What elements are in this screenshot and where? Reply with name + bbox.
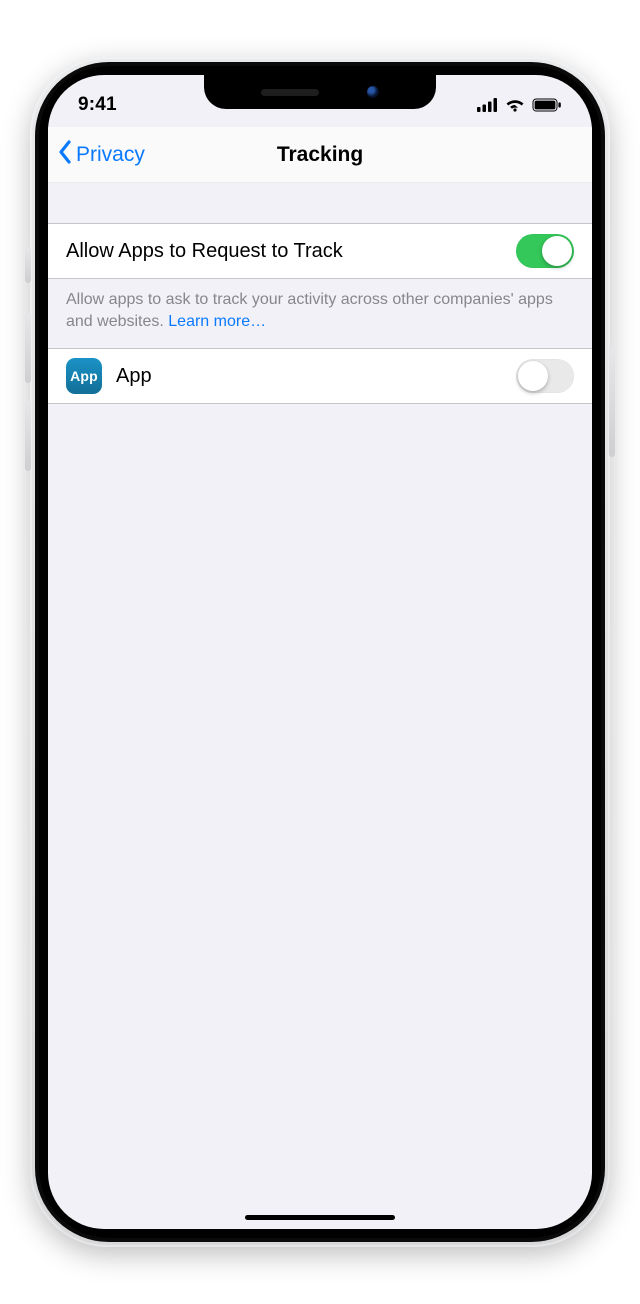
back-button[interactable]: Privacy <box>58 127 145 182</box>
volume-up-button <box>25 313 31 383</box>
wifi-icon <box>505 98 525 112</box>
screen: 9:41 <box>48 75 592 1229</box>
toggle-knob <box>518 361 548 391</box>
mute-switch <box>25 247 31 283</box>
back-label: Privacy <box>76 143 145 167</box>
content[interactable]: Allow Apps to Request to Track Allow app… <box>48 183 592 1229</box>
app-tracking-cell: App App <box>48 348 592 404</box>
learn-more-link[interactable]: Learn more… <box>168 313 266 330</box>
allow-tracking-label: Allow Apps to Request to Track <box>66 240 516 263</box>
footer-text: Allow apps to ask to track your activity… <box>66 291 553 330</box>
earpiece <box>261 89 319 96</box>
apps-list: App App <box>48 348 592 404</box>
allow-tracking-footer: Allow apps to ask to track your activity… <box>48 279 592 348</box>
chevron-left-icon <box>58 140 72 170</box>
app-icon: App <box>66 358 102 394</box>
allow-tracking-cell: Allow Apps to Request to Track <box>48 223 592 279</box>
status-right <box>477 98 562 112</box>
page-title: Tracking <box>277 143 363 167</box>
notch <box>204 75 436 109</box>
side-button <box>609 347 615 457</box>
cellular-icon <box>477 98 498 112</box>
toggle-knob <box>542 236 572 266</box>
home-indicator[interactable] <box>245 1215 395 1220</box>
phone-frame: 9:41 <box>30 57 610 1247</box>
volume-down-button <box>25 401 31 471</box>
app-tracking-toggle[interactable] <box>516 359 574 393</box>
nav-header: Privacy Tracking <box>48 127 592 183</box>
allow-tracking-toggle[interactable] <box>516 234 574 268</box>
battery-icon <box>532 98 562 112</box>
status-time: 9:41 <box>78 94 117 116</box>
section-spacer <box>48 183 592 223</box>
app-name-label: App <box>116 365 516 388</box>
front-camera <box>367 86 379 98</box>
